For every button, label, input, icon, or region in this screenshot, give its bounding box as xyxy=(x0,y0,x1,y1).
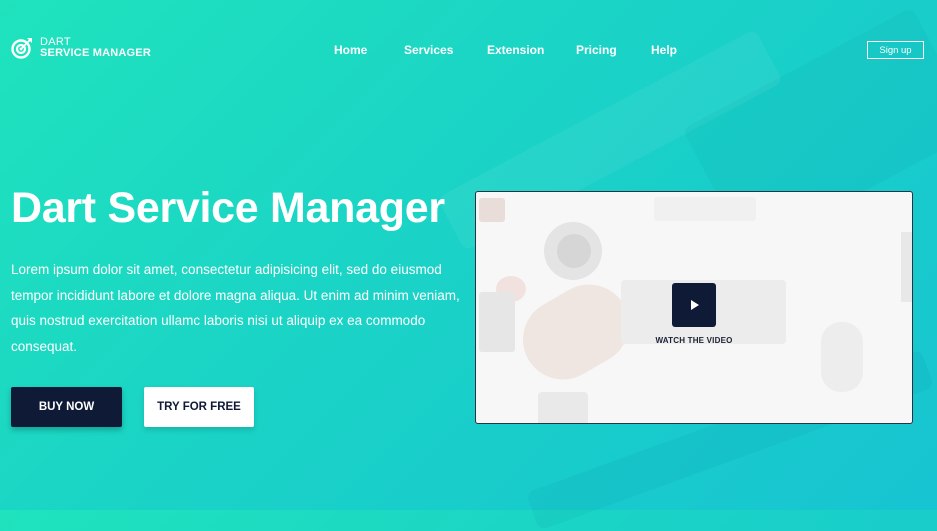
video-thumbnail-decoration xyxy=(538,392,588,423)
video-thumbnail-decoration xyxy=(479,292,515,352)
hero-description: Lorem ipsum dolor sit amet, consectetur … xyxy=(11,262,460,354)
hero-title: Dart Service Manager xyxy=(11,184,445,232)
try-for-free-button[interactable]: TRY FOR FREE xyxy=(144,387,254,427)
video-thumbnail-decoration xyxy=(654,197,756,221)
main-nav: Home Services Extension Pricing Help xyxy=(0,43,937,59)
play-button[interactable] xyxy=(672,283,716,327)
nav-item-services[interactable]: Services xyxy=(404,43,453,57)
video-player[interactable]: WATCH THE VIDEO xyxy=(475,191,913,424)
video-thumbnail-decoration xyxy=(821,322,863,392)
video-thumbnail-decoration xyxy=(557,234,591,268)
nav-item-help[interactable]: Help xyxy=(651,43,677,57)
nav-item-pricing[interactable]: Pricing xyxy=(576,43,617,57)
signup-button[interactable]: Sign up xyxy=(867,41,924,59)
nav-item-extension[interactable]: Extension xyxy=(487,43,544,57)
video-thumbnail-decoration xyxy=(479,198,505,222)
video-thumbnail-decoration xyxy=(901,232,912,302)
watch-video-caption[interactable]: WATCH THE VIDEO xyxy=(634,336,754,345)
buy-now-button[interactable]: BUY NOW xyxy=(11,387,122,427)
nav-item-home[interactable]: Home xyxy=(334,43,367,57)
play-icon xyxy=(691,300,699,310)
